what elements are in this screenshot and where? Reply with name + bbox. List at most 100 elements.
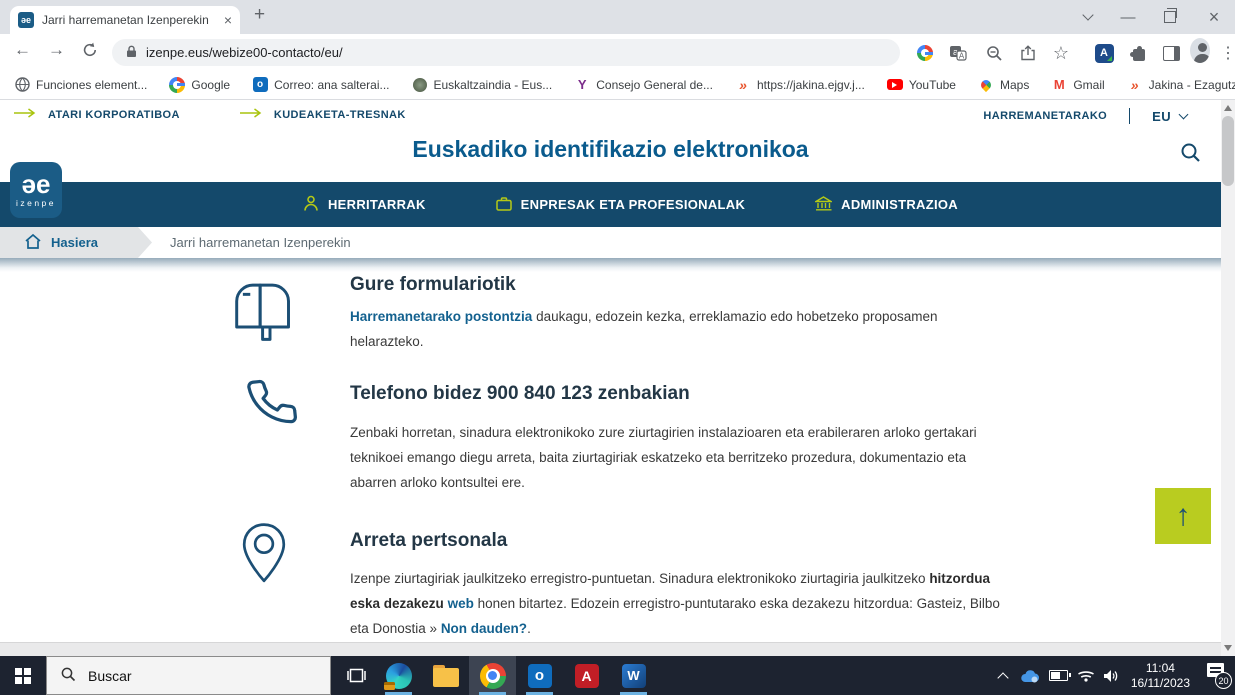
main-nav: HERRITARRAK ENPRESAK ETA PROFESIONALAK A… xyxy=(0,182,1221,227)
browser-tab[interactable]: əe Jarri harremanetan Izenperekin × xyxy=(10,6,240,34)
izenpe-logo[interactable]: əe izenpe xyxy=(10,162,62,218)
google-search-icon[interactable] xyxy=(915,43,935,63)
outlook-icon: o xyxy=(252,77,268,93)
side-panel-icon[interactable] xyxy=(1161,43,1181,63)
scroll-to-top-button[interactable]: ↑ xyxy=(1155,488,1211,544)
breadcrumb: Hasiera Jarri harremanetan Izenperekin xyxy=(0,227,1221,258)
bookmark-correo[interactable]: o Correo: ana salterai... xyxy=(252,77,390,93)
nav-administrazioa[interactable]: ADMINISTRAZIOA xyxy=(813,195,958,214)
section-text-telefono: Zenbaki horretan, sinadura elektronikoko… xyxy=(350,425,977,490)
battery-tray-icon[interactable] xyxy=(1044,656,1072,695)
section-text-formulariotik: Harremanetarako postontzia daukagu, edoz… xyxy=(350,309,938,349)
browser-toolbar: ← → izenpe.eus/webize00-contacto/eu/ aA … xyxy=(0,34,1235,70)
extensions-puzzle-icon[interactable] xyxy=(1129,43,1149,63)
volume-tray-icon[interactable] xyxy=(1099,656,1123,695)
breadcrumb-shadow xyxy=(0,258,1221,272)
bookmark-google[interactable]: Google xyxy=(169,76,230,93)
scrollbar-thumb[interactable] xyxy=(1222,116,1234,186)
https-lock-icon xyxy=(126,45,137,61)
search-placeholder: Buscar xyxy=(88,667,132,684)
wifi-tray-icon[interactable] xyxy=(1073,656,1099,695)
clock-date: 16/11/2023 xyxy=(1130,676,1190,690)
tray-expand-chevron[interactable] xyxy=(991,656,1015,695)
share-icon[interactable] xyxy=(1018,43,1038,63)
nav-herritarrak[interactable]: HERRITARRAK xyxy=(303,195,426,214)
bookmark-euskaltzaindia[interactable]: Euskaltzaindia - Eus... xyxy=(412,77,552,93)
taskbar-clock[interactable]: 11:04 16/11/2023 xyxy=(1131,661,1190,691)
taskbar-word[interactable]: W xyxy=(610,656,657,695)
utility-link-kudeaketa[interactable]: KUDEAKETA-TRESNAK xyxy=(239,108,406,121)
vertical-scrollbar[interactable] xyxy=(1221,100,1235,656)
gmail-icon: M xyxy=(1053,77,1065,92)
bookmark-jakina-url[interactable]: » https://jakina.ejgv.j... xyxy=(735,77,865,93)
arrow-up-icon: ↑ xyxy=(1175,499,1191,532)
mailbox-icon xyxy=(233,280,307,347)
taskbar-search[interactable]: Buscar xyxy=(46,656,331,695)
search-icon[interactable] xyxy=(1180,142,1202,169)
taskbar-outlook[interactable]: o xyxy=(516,656,563,695)
bookmark-jakina-ezagutza[interactable]: » Jakina - Ezagutza el... xyxy=(1127,77,1235,93)
close-button[interactable]: × xyxy=(1194,0,1234,34)
notification-center[interactable]: 20 xyxy=(1207,663,1232,689)
new-tab-button[interactable]: + xyxy=(254,4,265,26)
reload-icon[interactable] xyxy=(82,42,98,63)
taskbar-acrobat[interactable]: A xyxy=(563,656,610,695)
taskbar-chrome-active[interactable] xyxy=(469,656,516,695)
euskaltzaindia-icon xyxy=(412,77,428,93)
utility-link-atari[interactable]: ATARI KORPORATIBOA xyxy=(14,108,180,121)
forward-icon[interactable]: → xyxy=(48,40,65,60)
profile-avatar[interactable] xyxy=(1190,37,1210,63)
windows-logo-icon xyxy=(15,667,31,684)
maps-pin-icon xyxy=(978,77,994,93)
bookmark-youtube[interactable]: YouTube xyxy=(886,77,956,93)
minimize-button[interactable]: — xyxy=(1108,0,1148,34)
task-view-button[interactable] xyxy=(333,656,380,695)
tab-title: Jarri harremanetan Izenperekin xyxy=(42,13,209,27)
start-button[interactable] xyxy=(0,656,46,695)
taskbar-file-explorer[interactable] xyxy=(422,656,469,695)
bookmarks-bar: Funciones element... Google o Correo: an… xyxy=(0,70,1235,100)
contact-link[interactable]: HARREMANETARAKO xyxy=(983,110,1107,122)
language-selector[interactable]: EU xyxy=(1152,109,1189,124)
bookmark-funciones[interactable]: Funciones element... xyxy=(14,77,147,93)
postontzia-link[interactable]: Harremanetarako postontzia xyxy=(350,309,532,324)
restore-button[interactable] xyxy=(1150,0,1190,34)
word-icon: W xyxy=(621,663,646,688)
location-pin-icon xyxy=(239,521,289,604)
extension-a-icon[interactable]: A xyxy=(1094,43,1114,63)
section-title-telefono: Telefono bidez 900 840 123 zenbakian xyxy=(350,383,690,404)
web-link[interactable]: web xyxy=(448,596,474,611)
jakina-icon: » xyxy=(1130,76,1139,93)
bank-icon xyxy=(813,195,834,214)
scrollbar-up-arrow[interactable] xyxy=(1224,105,1232,111)
non-dauden-link[interactable]: Non dauden? xyxy=(441,621,527,636)
onedrive-tray-icon[interactable] xyxy=(1017,656,1043,695)
translate-icon[interactable]: aA xyxy=(948,43,968,63)
menu-kebab-icon[interactable]: ⋮ xyxy=(1218,43,1235,63)
bookmark-gmail[interactable]: M Gmail xyxy=(1051,77,1105,93)
utility-nav: ATARI KORPORATIBOA KUDEAKETA-TRESNAK xyxy=(14,108,406,121)
back-icon[interactable]: ← xyxy=(14,40,31,60)
google-g-icon xyxy=(169,76,186,93)
bookmark-star-icon[interactable]: ☆ xyxy=(1051,43,1071,63)
utility-right: HARREMANETARAKO EU xyxy=(983,108,1189,124)
zoom-out-icon[interactable] xyxy=(984,43,1004,63)
nav-enpresak[interactable]: ENPRESAK ETA PROFESIONALAK xyxy=(495,196,745,214)
divider xyxy=(1129,108,1131,124)
address-bar[interactable]: izenpe.eus/webize00-contacto/eu/ xyxy=(112,39,900,66)
section-text-arreta: Izenpe ziurtagiriak jaulkitzeko erregist… xyxy=(350,571,1000,636)
page-title: Euskadiko identifikazio elektronikoa xyxy=(412,136,809,162)
tab-close-icon[interactable]: × xyxy=(224,13,232,27)
notification-badge: 20 xyxy=(1215,672,1232,689)
taskbar-edge[interactable] xyxy=(375,656,422,695)
clock-time: 11:04 xyxy=(1145,661,1175,675)
breadcrumb-current: Jarri harremanetan Izenperekin xyxy=(170,235,351,250)
briefcase-icon xyxy=(495,196,512,214)
tab-search-icon[interactable] xyxy=(1070,0,1106,34)
bookmark-consejo[interactable]: Y Consejo General de... xyxy=(574,77,713,93)
task-view-icon xyxy=(347,668,366,683)
scrollbar-down-arrow[interactable] xyxy=(1224,645,1232,651)
green-arrow-icon xyxy=(14,108,40,121)
bookmark-maps[interactable]: Maps xyxy=(978,77,1029,93)
breadcrumb-home[interactable]: Hasiera xyxy=(0,227,152,258)
